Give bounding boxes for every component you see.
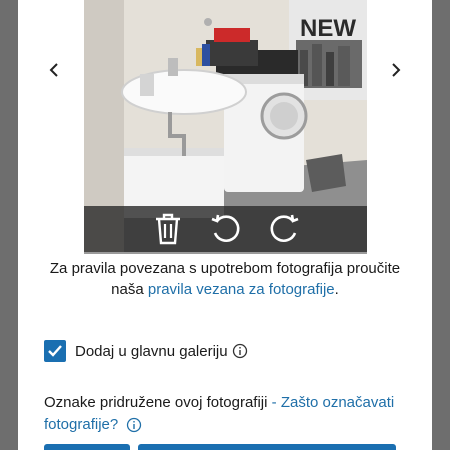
trash-icon [155,213,180,245]
tags-separator: - [267,394,281,411]
info-icon[interactable] [232,343,248,359]
tags-heading: Oznake pridružene ovoj fotografiji [44,394,268,411]
main-gallery-label[interactable]: Dodaj u glavnu galeriju [75,343,228,360]
chevron-left-icon [49,63,58,77]
info-icon[interactable] [126,417,142,433]
photo-upload-dialog: NEW Za pravila povezana s upotrebom foto… [18,0,432,450]
previous-photo-button[interactable] [42,58,66,82]
chevron-right-icon [392,63,401,77]
rotate-right-icon [270,214,298,242]
photo-divider [84,252,367,254]
main-gallery-checkbox[interactable] [44,340,66,362]
delete-photo-button[interactable] [149,210,187,248]
poster-text: NEW [300,15,356,42]
checkmark-icon [48,345,62,357]
main-gallery-option: Dodaj u glavnu galeriju [44,339,248,363]
photo-guidelines-link[interactable]: pravila vezana za fotografije [148,281,335,298]
guidelines-suffix: . [334,281,339,298]
photo-guidelines-text: Za pravila povezana s upotrebom fotograf… [44,258,406,300]
next-photo-button[interactable] [384,58,408,82]
rotate-left-button[interactable] [207,210,245,248]
photo-toolbar [84,206,367,252]
rotate-right-button[interactable] [265,210,303,248]
photo-preview: NEW [84,0,367,254]
tag-button-partial-wide[interactable] [138,444,396,450]
photo-tags-section: Oznake pridružene ovoj fotografiji - Zaš… [44,392,414,436]
rotate-left-icon [211,214,239,242]
tag-button-partial[interactable] [44,444,130,450]
